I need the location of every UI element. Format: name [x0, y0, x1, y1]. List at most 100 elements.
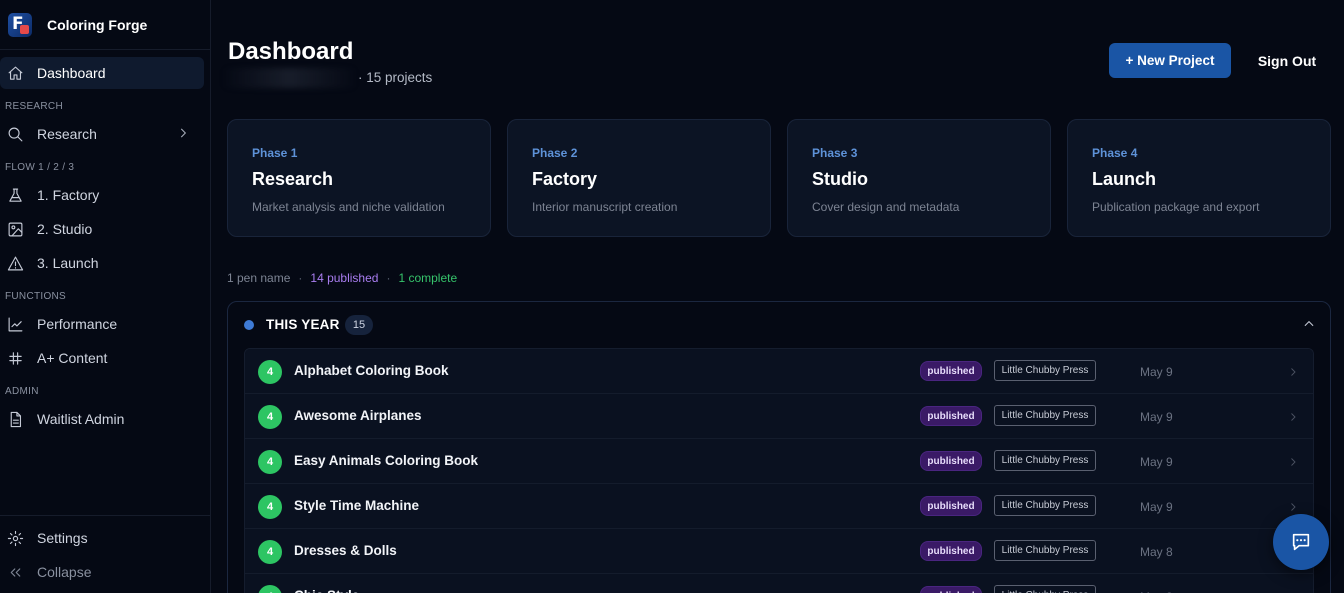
new-project-button[interactable]: + New Project: [1109, 43, 1231, 78]
status-badge: published: [920, 451, 982, 471]
project-title: Alphabet Coloring Book: [294, 363, 449, 378]
gear-icon: [6, 529, 24, 547]
project-row[interactable]: 4 Style Time Machine published Little Chubb…: [245, 484, 1313, 529]
phase-card-studio[interactable]: Phase 3 Studio Cover design and metadata: [787, 119, 1051, 237]
group-indicator-dot: [244, 320, 254, 330]
status-badge: published: [920, 586, 982, 593]
brand[interactable]: F Coloring Forge: [0, 0, 210, 50]
sidebar-item-waitlist-admin[interactable]: Waitlist Admin: [0, 403, 204, 435]
home-icon: [6, 64, 24, 82]
sign-out-button[interactable]: Sign Out: [1251, 43, 1323, 78]
sidebar-item-dashboard[interactable]: Dashboard: [0, 57, 204, 89]
project-title: Dresses & Dolls: [294, 543, 397, 558]
phase-number-badge: 4: [258, 585, 282, 593]
phase-title: Factory: [532, 169, 598, 189]
sidebar-item-label: 3. Launch: [37, 255, 99, 271]
project-title: Chic Style: [294, 588, 359, 593]
redacted-username: [222, 68, 357, 88]
stat-pen-names: 1 pen name: [227, 271, 291, 285]
sidebar-collapse-button[interactable]: Collapse: [0, 556, 204, 588]
sidebar-item-performance[interactable]: Performance: [0, 308, 204, 340]
sidebar-item-label: Settings: [37, 530, 88, 546]
year-group-count-badge: 15: [345, 315, 373, 335]
flask-icon: [6, 186, 24, 204]
phase-label: Phase 4: [1092, 146, 1138, 160]
sidebar-item-label: Waitlist Admin: [37, 411, 125, 427]
chart-line-icon: [6, 315, 24, 333]
phase-card-factory[interactable]: Phase 2 Factory Interior manuscript crea…: [507, 119, 771, 237]
project-date: May 8: [1140, 545, 1173, 559]
sidebar-item-aplus-content[interactable]: A+ Content: [0, 342, 204, 374]
project-date: May 9: [1140, 365, 1173, 379]
section-label-functions: FUNCTIONS: [5, 291, 67, 302]
year-group-header[interactable]: THIS YEAR 15: [228, 302, 1330, 348]
status-badge: published: [920, 496, 982, 516]
phase-label: Phase 1: [252, 146, 298, 160]
sidebar-item-factory[interactable]: 1. Factory: [0, 179, 204, 211]
project-count: · 15 projects: [358, 70, 433, 85]
stat-complete: 1 complete: [398, 271, 458, 285]
project-date: May 9: [1140, 500, 1173, 514]
phase-description: Interior manuscript creation: [532, 200, 678, 214]
project-list: 4 Alphabet Coloring Book published Little C…: [244, 348, 1314, 593]
project-row[interactable]: 4Chic StylepublishedLittle Chubby PressM…: [245, 574, 1313, 593]
sidebar-item-studio[interactable]: 2. Studio: [0, 213, 204, 245]
project-row[interactable]: 4 Alphabet Coloring Book published Little C…: [245, 349, 1313, 394]
phase-title: Studio: [812, 169, 868, 189]
year-group-panel: THIS YEAR 15 4 Alphabet Coloring Book publ…: [227, 301, 1331, 593]
sidebar-item-label: 1. Factory: [37, 187, 100, 203]
brand-logo-icon: F: [8, 12, 32, 37]
sidebar-item-label: Collapse: [37, 564, 92, 580]
stat-published: 14 published: [310, 271, 379, 285]
document-icon: [6, 410, 24, 428]
project-row[interactable]: 4 Dresses & Dolls published Little Chubby P…: [245, 529, 1313, 574]
section-label-admin: ADMIN: [5, 386, 39, 397]
project-date: May 9: [1140, 410, 1173, 424]
sidebar-item-settings[interactable]: Settings: [0, 522, 204, 554]
phase-title: Launch: [1092, 169, 1157, 189]
project-date: May 9: [1140, 455, 1173, 469]
project-title: Style Time Machine: [294, 498, 420, 513]
section-label-research: RESEARCH: [5, 101, 63, 112]
chevron-right-icon: [1287, 365, 1299, 377]
pen-name-tag: Little Chubby Press: [994, 450, 1096, 471]
pen-name-tag: Little Chubby Press: [994, 360, 1096, 381]
chevrons-left-icon: [6, 563, 24, 581]
app-root: F Coloring Forge Dashboard RESEARCH Rese…: [0, 0, 1344, 593]
phase-number-badge: 4: [258, 450, 282, 474]
search-icon: [6, 125, 24, 143]
main-content: Dashboard · 15 projects + New Project Si…: [211, 0, 1344, 593]
status-badge: published: [920, 361, 982, 381]
phase-description: Publication package and export: [1092, 200, 1260, 214]
phase-card-research[interactable]: Phase 1 Research Market analysis and nic…: [227, 119, 491, 237]
project-row[interactable]: 4 Easy Animals Coloring Book published Litt…: [245, 439, 1313, 484]
chevron-right-icon: [1287, 500, 1299, 512]
grid-icon: [6, 349, 24, 367]
image-icon: [6, 220, 24, 238]
sidebar-item-label: Dashboard: [37, 65, 106, 81]
section-label-flow: FLOW 1 / 2 / 3: [5, 162, 75, 173]
sidebar: F Coloring Forge Dashboard RESEARCH Rese…: [0, 0, 211, 593]
phase-card-launch[interactable]: Phase 4 Launch Publication package and e…: [1067, 119, 1331, 237]
phase-number-badge: 4: [258, 405, 282, 429]
project-row[interactable]: 4 Awesome Airplanes published Little Chubby…: [245, 394, 1313, 439]
sidebar-item-launch[interactable]: 3. Launch: [0, 247, 204, 279]
sidebar-item-research[interactable]: Research: [0, 118, 204, 150]
pen-name-tag: Little Chubby Press: [994, 585, 1096, 593]
phase-label: Phase 2: [532, 146, 578, 160]
pen-name-tag: Little Chubby Press: [994, 540, 1096, 561]
phase-number-badge: 4: [258, 360, 282, 384]
stat-separator: ·: [386, 271, 391, 285]
status-badge: published: [920, 406, 982, 426]
brand-name: Coloring Forge: [47, 16, 148, 33]
phase-description: Market analysis and niche validation: [252, 200, 445, 214]
phase-number-badge: 4: [258, 540, 282, 564]
project-stats: 1 pen name · 14 published · 1 complete: [227, 271, 457, 285]
pen-name-tag: Little Chubby Press: [994, 495, 1096, 516]
chat-button[interactable]: [1273, 514, 1329, 570]
chevron-right-icon: [1287, 410, 1299, 422]
page-title: Dashboard: [228, 38, 354, 65]
project-title: Easy Animals Coloring Book: [294, 453, 479, 468]
chevron-up-icon[interactable]: [1302, 317, 1316, 331]
chat-bubble-icon: [1292, 533, 1310, 551]
